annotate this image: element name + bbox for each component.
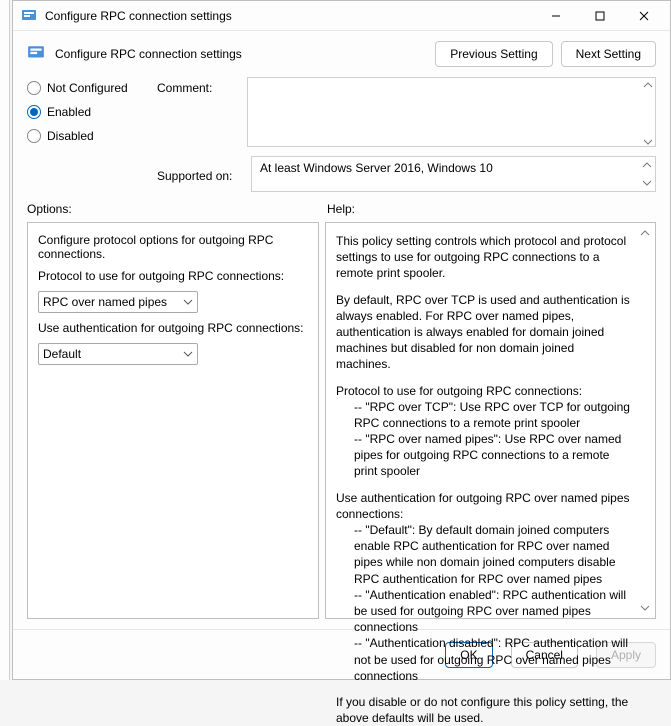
auth-label: Use authentication for outgoing RPC conn… [38,321,308,335]
protocol-label: Protocol to use for outgoing RPC connect… [38,269,308,283]
auth-value: Default [43,347,81,361]
pane-labels: Options: Help: [13,198,670,222]
radio-dot [27,105,41,119]
help-p5: If you disable or do not configure this … [336,694,631,726]
options-label: Options: [27,202,319,216]
window-title: Configure RPC connection settings [45,9,534,23]
help-p4-b: -- "Authentication enabled": RPC authent… [336,587,631,636]
radio-label: Not Configured [47,81,128,95]
help-p1: This policy setting controls which proto… [336,233,631,282]
policy-icon [27,44,45,65]
supported-on-text: At least Windows Server 2016, Windows 10 [260,161,493,175]
background-sliver [0,0,10,680]
scroll-up-icon[interactable] [639,157,655,173]
help-p2: By default, RPC over TCP is used and aut… [336,292,631,373]
previous-setting-button[interactable]: Previous Setting [435,41,552,67]
upper-form: Not Configured Enabled Disabled Comment: [13,77,670,198]
help-pane: This policy setting controls which proto… [325,222,656,619]
supported-on-value: At least Windows Server 2016, Windows 10 [251,156,656,192]
help-label: Help: [319,202,656,216]
header-title: Configure RPC connection settings [55,47,435,61]
help-p3-head: Protocol to use for outgoing RPC connect… [336,383,631,399]
options-desc: Configure protocol options for outgoing … [38,233,308,261]
chevron-down-icon [183,349,193,359]
radio-dot [27,81,41,95]
radio-dot [27,129,41,143]
radio-disabled[interactable]: Disabled [27,129,157,143]
comment-label: Comment: [157,77,247,95]
protocol-value: RPC over named pipes [43,295,167,309]
auth-select[interactable]: Default [38,343,198,365]
state-radio-group: Not Configured Enabled Disabled [27,77,157,143]
help-p3-a: -- "RPC over TCP": Use RPC over TCP for … [336,399,631,431]
next-setting-button[interactable]: Next Setting [561,41,656,67]
minimize-button[interactable] [534,2,578,30]
help-p4: Use authentication for outgoing RPC over… [336,490,631,684]
help-p4-c: -- "Authentication disabled": RPC authen… [336,635,631,684]
help-p3-b: -- "RPC over named pipes": Use RPC over … [336,431,631,480]
radio-label: Enabled [47,105,91,119]
scroll-up-icon[interactable] [637,225,653,241]
scroll-down-icon[interactable] [637,600,653,616]
radio-label: Disabled [47,129,94,143]
radio-not-configured[interactable]: Not Configured [27,81,157,95]
help-p4-head: Use authentication for outgoing RPC over… [336,490,631,522]
protocol-select[interactable]: RPC over named pipes [38,291,198,313]
panes: Configure protocol options for outgoing … [13,222,670,619]
close-button[interactable] [622,2,666,30]
comment-textarea[interactable] [247,77,656,147]
supported-on-label: Supported on: [157,165,247,183]
radio-enabled[interactable]: Enabled [27,105,157,119]
dialog-window: Configure RPC connection settings Config… [12,0,671,680]
header: Configure RPC connection settings Previo… [13,31,670,77]
scroll-down-icon[interactable] [640,134,656,150]
maximize-button[interactable] [578,2,622,30]
help-p3: Protocol to use for outgoing RPC connect… [336,383,631,480]
app-icon [21,8,37,24]
scroll-down-icon[interactable] [639,175,655,191]
options-pane: Configure protocol options for outgoing … [27,222,319,619]
help-p4-a: -- "Default": By default domain joined c… [336,522,631,587]
titlebar: Configure RPC connection settings [13,1,670,31]
chevron-down-icon [183,297,193,307]
scroll-up-icon[interactable] [640,77,656,93]
